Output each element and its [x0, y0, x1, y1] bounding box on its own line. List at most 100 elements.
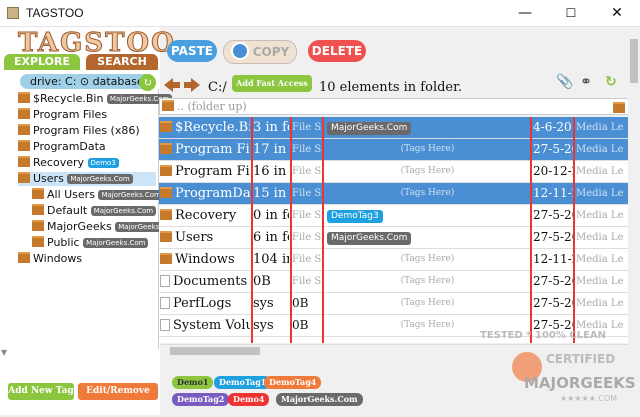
- open-folder-icon[interactable]: [613, 102, 625, 113]
- tree-item-selected[interactable]: Users MajorGeeks.Com: [18, 172, 156, 186]
- refresh-icon[interactable]: ↻: [603, 74, 619, 90]
- paperclip-icon[interactable]: 📎: [556, 74, 573, 90]
- tree-item[interactable]: Program Files: [18, 108, 107, 122]
- maximize-button[interactable]: ☐: [548, 0, 594, 26]
- tree-item[interactable]: Public MajorGeeks.Com: [32, 236, 149, 250]
- tree-item-label: Windows: [33, 252, 83, 265]
- tree-item-label: MajorGeeks: [47, 220, 112, 233]
- folder-icon: [18, 252, 30, 263]
- column-divider[interactable]: [251, 117, 253, 343]
- folder-icon: [18, 92, 30, 103]
- cell-date: 12-11-2: [533, 186, 573, 200]
- drive-selector[interactable]: drive: C: ⊙ database: [20, 74, 154, 89]
- copy-button[interactable]: COPY: [223, 40, 297, 64]
- cell-tags[interactable]: DemoTag3: [325, 205, 530, 226]
- table-row[interactable]: Documents and 0B File Siz (Tags Here) 27…: [159, 271, 629, 293]
- tree-item-label: Default: [47, 204, 88, 217]
- folder-up-row[interactable]: .. (folder up): [159, 98, 631, 115]
- table-row[interactable]: Users 6 in fo File Siz MajorGeeks.Com 27…: [159, 227, 629, 249]
- table-row[interactable]: PerfLogs sys 0B (Tags Here) 27-5-20 Medi…: [159, 293, 629, 315]
- table-row[interactable]: ProgramData 15 in f File Siz (Tags Here)…: [159, 183, 629, 205]
- cell-date: 4-6-201: [533, 120, 573, 134]
- add-new-tag-button[interactable]: Add New Tag: [8, 383, 74, 400]
- tag-demo1[interactable]: Demo1: [172, 376, 214, 389]
- paste-button[interactable]: PASTE: [167, 40, 217, 62]
- scroll-down-icon[interactable]: ▼: [1, 348, 12, 362]
- delete-button[interactable]: DELETE: [308, 40, 366, 62]
- cell-name: ProgramData: [160, 183, 250, 204]
- folder-tree: $Recycle.Bin MajorGeeks.Com Program File…: [0, 89, 181, 349]
- link-icon[interactable]: ⚭: [578, 74, 594, 90]
- folder-icon: [160, 121, 172, 132]
- folder-icon: [32, 220, 44, 231]
- cell-tags[interactable]: (Tags Here): [325, 161, 530, 182]
- folder-icon: [160, 143, 172, 154]
- tab-explore[interactable]: EXPLORE: [4, 54, 80, 70]
- cell-kind: 0B: [292, 296, 309, 310]
- file-list: $Recycle.Bin 3 in fo File Siz MajorGeeks…: [159, 117, 629, 343]
- tree-item[interactable]: All Users MajorGeeks.Com: [32, 188, 164, 202]
- cell-tags[interactable]: (Tags Here): [325, 293, 530, 314]
- tree-item[interactable]: Program Files (x86): [18, 124, 140, 138]
- folder-icon: [160, 165, 172, 176]
- cell-size: sys: [253, 318, 274, 333]
- edit-remove-tag-button[interactable]: Edit/Remove Tag: [78, 383, 158, 413]
- cell-kind: 0B: [292, 318, 309, 332]
- folder-up-label: .. (folder up): [177, 100, 247, 113]
- folder-icon: [18, 140, 30, 151]
- tree-item[interactable]: ProgramData: [18, 140, 106, 154]
- folder-icon: [18, 124, 30, 135]
- minimize-button[interactable]: —: [502, 0, 548, 26]
- cell-name: System Volum: [160, 315, 250, 336]
- cell-media: Media Le: [576, 254, 624, 265]
- table-row[interactable]: Windows 104 in File Siz (Tags Here) 12-1…: [159, 249, 629, 271]
- cell-tags[interactable]: (Tags Here): [325, 249, 530, 270]
- tree-item[interactable]: Default MajorGeeks.Com: [32, 204, 157, 218]
- cell-name: Recovery: [160, 205, 250, 226]
- cell-tags[interactable]: (Tags Here): [325, 183, 530, 204]
- scroll-thumb[interactable]: [170, 347, 260, 355]
- tag-badge: MajorGeeks.Com: [90, 206, 157, 216]
- cell-media: Media Le: [576, 166, 624, 177]
- title-bar: TAGSTOO — ☐ ✕: [0, 0, 640, 27]
- cell-tags[interactable]: MajorGeeks.Com: [325, 117, 530, 138]
- tags-placeholder: (Tags Here): [400, 298, 455, 308]
- cell-size: 15 in f: [253, 186, 289, 201]
- column-divider[interactable]: [573, 117, 575, 343]
- column-divider[interactable]: [530, 117, 532, 343]
- back-arrow-icon[interactable]: [164, 78, 180, 92]
- add-fast-access-button[interactable]: Add Fast Access: [232, 75, 312, 92]
- tag-demotag4[interactable]: DemoTag4: [264, 376, 322, 389]
- tree-item[interactable]: $Recycle.Bin MajorGeeks.Com: [18, 92, 173, 106]
- table-row[interactable]: Program Files 17 in f File Siz (Tags Her…: [159, 139, 629, 161]
- tree-item[interactable]: Windows: [18, 252, 82, 266]
- tree-item-label: Program Files (x86): [33, 124, 140, 137]
- tree-item[interactable]: Recovery Demo3: [18, 156, 119, 170]
- vertical-scrollbar[interactable]: [628, 27, 640, 357]
- folder-icon: [18, 108, 30, 119]
- tag-demotag1[interactable]: DemoTag1: [214, 376, 272, 389]
- table-row[interactable]: $Recycle.Bin 3 in fo File Siz MajorGeeks…: [159, 117, 629, 139]
- table-row[interactable]: Program Files 16 in f File Siz (Tags Her…: [159, 161, 629, 183]
- cell-tags[interactable]: (Tags Here): [325, 139, 530, 160]
- table-row[interactable]: Recovery 0 in fo File Siz DemoTag3 27-5-…: [159, 205, 629, 227]
- forward-arrow-icon[interactable]: [184, 78, 200, 92]
- cell-name: PerfLogs: [160, 293, 250, 314]
- column-divider[interactable]: [290, 117, 292, 343]
- scroll-thumb[interactable]: [630, 39, 638, 83]
- cell-media: Media Le: [576, 122, 624, 133]
- tag-demo4[interactable]: Demo4: [228, 393, 270, 406]
- column-divider[interactable]: [322, 117, 324, 343]
- tab-search[interactable]: SEARCH: [86, 54, 158, 70]
- tag-demotag2[interactable]: DemoTag2: [172, 393, 230, 406]
- cell-tags[interactable]: MajorGeeks.Com: [325, 227, 530, 248]
- cell-kind: File Siz: [292, 254, 322, 265]
- close-button[interactable]: ✕: [594, 0, 640, 26]
- cell-kind: File Siz: [292, 122, 322, 133]
- tree-item-label: ProgramData: [33, 140, 106, 153]
- cell-tags[interactable]: (Tags Here): [325, 271, 530, 292]
- file-icon: [160, 275, 170, 287]
- cell-size: 3 in fo: [253, 120, 289, 135]
- tag-majorgeeks[interactable]: MajorGeeks.Com: [276, 393, 363, 406]
- cell-kind: File Siz: [292, 144, 322, 155]
